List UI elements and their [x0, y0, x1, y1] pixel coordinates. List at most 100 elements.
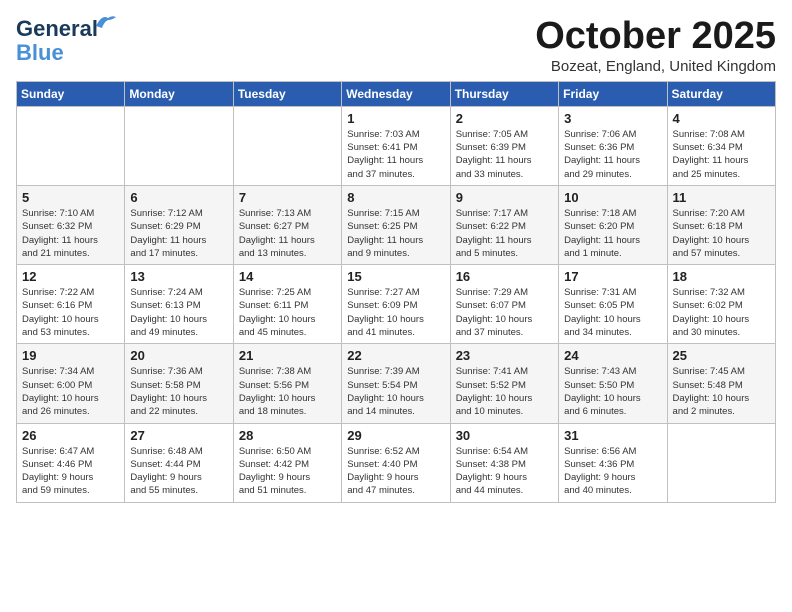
- day-info: Sunrise: 7:12 AM Sunset: 6:29 PM Dayligh…: [130, 207, 227, 260]
- header: General Blue October 2025 Bozeat, Englan…: [16, 16, 776, 75]
- weekday-header-tuesday: Tuesday: [233, 81, 341, 106]
- calendar-cell: 17Sunrise: 7:31 AM Sunset: 6:05 PM Dayli…: [559, 265, 667, 344]
- day-number: 30: [456, 428, 553, 443]
- logo: General Blue: [16, 16, 98, 66]
- calendar-cell: 3 Sunrise: 7:06 AM Sunset: 6:36 PM Daylig…: [559, 106, 667, 185]
- day-number: 8: [347, 190, 444, 205]
- calendar-body: 1 Sunrise: 7:03 AM Sunset: 6:41 PM Daylig…: [17, 106, 776, 502]
- calendar-cell: 14 Sunrise: 7:25 AM Sunset: 6:11 PM Dayli…: [233, 265, 341, 344]
- calendar-cell: [667, 423, 775, 502]
- day-info: Sunrise: 7:36 AM Sunset: 5:58 PM Dayligh…: [130, 365, 227, 418]
- day-info: Sunrise: 6:50 AM Sunset: 4:42 PM Dayligh…: [239, 445, 336, 498]
- day-info: Sunrise: 6:56 AM Sunset: 4:36 PM Dayligh…: [564, 445, 661, 498]
- day-info: Sunrise: 7:10 AM Sunset: 6:32 PM Dayligh…: [22, 207, 119, 260]
- calendar-table: SundayMondayTuesdayWednesdayThursdayFrid…: [16, 81, 776, 503]
- logo-blue: Blue: [16, 40, 64, 66]
- day-info: Sunrise: 7:25 AM Sunset: 6:11 PM Dayligh…: [239, 286, 336, 339]
- calendar-cell: 27 Sunrise: 6:48 AM Sunset: 4:44 PM Dayli…: [125, 423, 233, 502]
- day-info: Sunrise: 7:15 AM Sunset: 6:25 PM Dayligh…: [347, 207, 444, 260]
- calendar-cell: 19 Sunrise: 7:34 AM Sunset: 6:00 PM Dayli…: [17, 344, 125, 423]
- day-info: Sunrise: 6:52 AM Sunset: 4:40 PM Dayligh…: [347, 445, 444, 498]
- calendar-cell: [17, 106, 125, 185]
- calendar-cell: 30 Sunrise: 6:54 AM Sunset: 4:38 PM Dayli…: [450, 423, 558, 502]
- calendar-cell: 24 Sunrise: 7:43 AM Sunset: 5:50 PM Dayli…: [559, 344, 667, 423]
- day-info: Sunrise: 7:29 AM Sunset: 6:07 PM Dayligh…: [456, 286, 553, 339]
- calendar-week-5: 26Sunrise: 6:47 AM Sunset: 4:46 PM Dayli…: [17, 423, 776, 502]
- day-number: 25: [673, 348, 770, 363]
- day-number: 2: [456, 111, 553, 126]
- day-info: Sunrise: 7:43 AM Sunset: 5:50 PM Dayligh…: [564, 365, 661, 418]
- day-info: Sunrise: 7:13 AM Sunset: 6:27 PM Dayligh…: [239, 207, 336, 260]
- day-number: 15: [347, 269, 444, 284]
- calendar-cell: 15Sunrise: 7:27 AM Sunset: 6:09 PM Dayli…: [342, 265, 450, 344]
- day-info: Sunrise: 7:31 AM Sunset: 6:05 PM Dayligh…: [564, 286, 661, 339]
- day-info: Sunrise: 7:17 AM Sunset: 6:22 PM Dayligh…: [456, 207, 553, 260]
- day-number: 5: [22, 190, 119, 205]
- day-number: 3: [564, 111, 661, 126]
- calendar-cell: 26Sunrise: 6:47 AM Sunset: 4:46 PM Dayli…: [17, 423, 125, 502]
- day-info: Sunrise: 7:08 AM Sunset: 6:34 PM Dayligh…: [673, 128, 770, 181]
- day-info: Sunrise: 7:22 AM Sunset: 6:16 PM Dayligh…: [22, 286, 119, 339]
- day-number: 23: [456, 348, 553, 363]
- day-number: 26: [22, 428, 119, 443]
- day-number: 13: [130, 269, 227, 284]
- day-number: 9: [456, 190, 553, 205]
- day-number: 27: [130, 428, 227, 443]
- day-number: 29: [347, 428, 444, 443]
- calendar-cell: 21 Sunrise: 7:38 AM Sunset: 5:56 PM Dayli…: [233, 344, 341, 423]
- calendar-cell: 1 Sunrise: 7:03 AM Sunset: 6:41 PM Daylig…: [342, 106, 450, 185]
- day-number: 28: [239, 428, 336, 443]
- calendar-cell: 23 Sunrise: 7:41 AM Sunset: 5:52 PM Dayli…: [450, 344, 558, 423]
- day-info: Sunrise: 7:38 AM Sunset: 5:56 PM Dayligh…: [239, 365, 336, 418]
- calendar-cell: 20 Sunrise: 7:36 AM Sunset: 5:58 PM Dayli…: [125, 344, 233, 423]
- weekday-header-saturday: Saturday: [667, 81, 775, 106]
- day-number: 7: [239, 190, 336, 205]
- weekday-header-thursday: Thursday: [450, 81, 558, 106]
- day-number: 22: [347, 348, 444, 363]
- calendar-cell: 31 Sunrise: 6:56 AM Sunset: 4:36 PM Dayli…: [559, 423, 667, 502]
- day-info: Sunrise: 7:20 AM Sunset: 6:18 PM Dayligh…: [673, 207, 770, 260]
- day-info: Sunrise: 7:24 AM Sunset: 6:13 PM Dayligh…: [130, 286, 227, 339]
- day-info: Sunrise: 7:34 AM Sunset: 6:00 PM Dayligh…: [22, 365, 119, 418]
- day-number: 21: [239, 348, 336, 363]
- day-info: Sunrise: 6:48 AM Sunset: 4:44 PM Dayligh…: [130, 445, 227, 498]
- day-number: 4: [673, 111, 770, 126]
- calendar-cell: 7 Sunrise: 7:13 AM Sunset: 6:27 PM Daylig…: [233, 185, 341, 264]
- day-number: 20: [130, 348, 227, 363]
- calendar-cell: 4 Sunrise: 7:08 AM Sunset: 6:34 PM Daylig…: [667, 106, 775, 185]
- day-number: 24: [564, 348, 661, 363]
- day-number: 11: [673, 190, 770, 205]
- day-number: 18: [673, 269, 770, 284]
- day-number: 6: [130, 190, 227, 205]
- weekday-header-sunday: Sunday: [17, 81, 125, 106]
- calendar-week-2: 5 Sunrise: 7:10 AM Sunset: 6:32 PM Daylig…: [17, 185, 776, 264]
- day-info: Sunrise: 6:54 AM Sunset: 4:38 PM Dayligh…: [456, 445, 553, 498]
- weekday-header-wednesday: Wednesday: [342, 81, 450, 106]
- day-number: 1: [347, 111, 444, 126]
- calendar-cell: 10Sunrise: 7:18 AM Sunset: 6:20 PM Dayli…: [559, 185, 667, 264]
- calendar-cell: 5 Sunrise: 7:10 AM Sunset: 6:32 PM Daylig…: [17, 185, 125, 264]
- calendar-cell: 9 Sunrise: 7:17 AM Sunset: 6:22 PM Daylig…: [450, 185, 558, 264]
- calendar-cell: 28 Sunrise: 6:50 AM Sunset: 4:42 PM Dayli…: [233, 423, 341, 502]
- day-info: Sunrise: 7:06 AM Sunset: 6:36 PM Dayligh…: [564, 128, 661, 181]
- calendar-cell: 12Sunrise: 7:22 AM Sunset: 6:16 PM Dayli…: [17, 265, 125, 344]
- calendar-week-4: 19 Sunrise: 7:34 AM Sunset: 6:00 PM Dayli…: [17, 344, 776, 423]
- day-info: Sunrise: 7:39 AM Sunset: 5:54 PM Dayligh…: [347, 365, 444, 418]
- day-info: Sunrise: 7:05 AM Sunset: 6:39 PM Dayligh…: [456, 128, 553, 181]
- weekday-header-monday: Monday: [125, 81, 233, 106]
- title-block: October 2025 Bozeat, England, United Kin…: [535, 16, 776, 75]
- day-info: Sunrise: 7:03 AM Sunset: 6:41 PM Dayligh…: [347, 128, 444, 181]
- calendar-cell: [233, 106, 341, 185]
- calendar-cell: 16 Sunrise: 7:29 AM Sunset: 6:07 PM Dayli…: [450, 265, 558, 344]
- day-number: 14: [239, 269, 336, 284]
- weekday-header-row: SundayMondayTuesdayWednesdayThursdayFrid…: [17, 81, 776, 106]
- day-info: Sunrise: 7:18 AM Sunset: 6:20 PM Dayligh…: [564, 207, 661, 260]
- logo-general: General: [16, 16, 98, 41]
- calendar-week-3: 12Sunrise: 7:22 AM Sunset: 6:16 PM Dayli…: [17, 265, 776, 344]
- day-info: Sunrise: 7:41 AM Sunset: 5:52 PM Dayligh…: [456, 365, 553, 418]
- day-number: 31: [564, 428, 661, 443]
- day-number: 16: [456, 269, 553, 284]
- calendar-cell: 2 Sunrise: 7:05 AM Sunset: 6:39 PM Daylig…: [450, 106, 558, 185]
- calendar-cell: 11 Sunrise: 7:20 AM Sunset: 6:18 PM Dayli…: [667, 185, 775, 264]
- day-number: 19: [22, 348, 119, 363]
